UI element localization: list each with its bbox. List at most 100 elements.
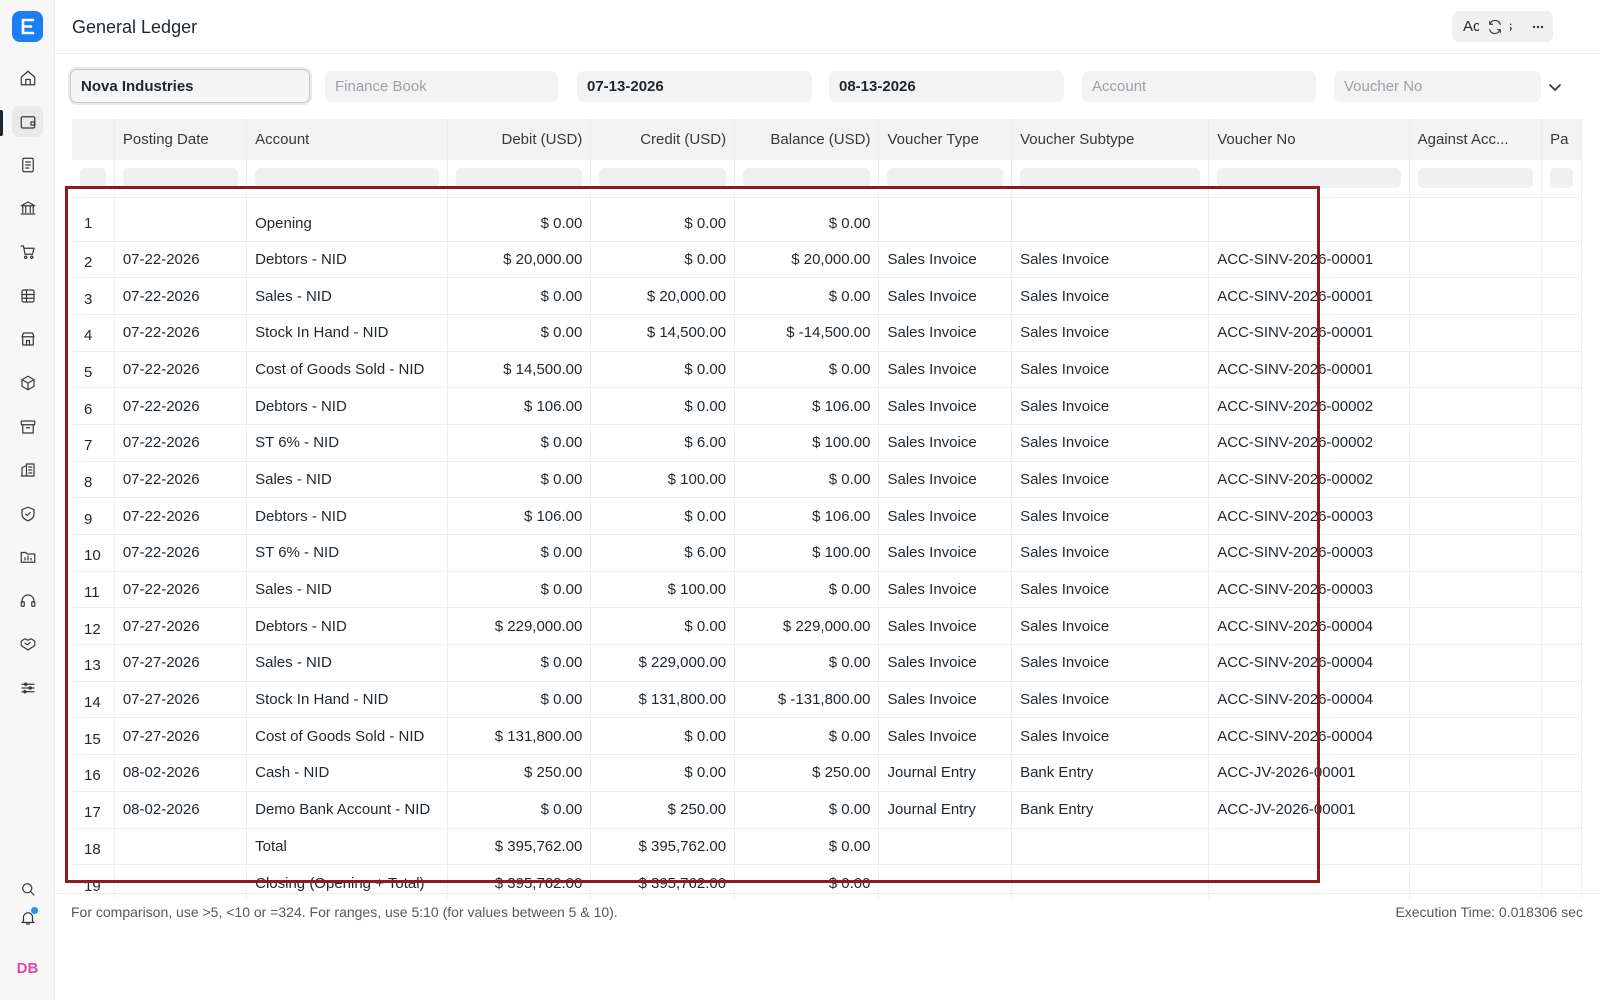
from-date-filter[interactable]: 07-13-2026 [577,71,812,102]
cell-voucher-type: Sales Invoice [878,424,1013,462]
sidebar-accounting[interactable] [12,106,43,137]
sidebar-manufacturing[interactable] [12,454,43,485]
cell-credit: $ 20,000.00 [590,277,736,315]
table-row[interactable]: 15 07-27-2026 Cost of Goods Sold - NID $ 13… [72,717,1582,756]
more-filters-toggle[interactable] [1547,79,1563,95]
voucher-no-filter[interactable]: Voucher No [1334,71,1541,102]
column-filter-cell[interactable] [1541,160,1582,198]
sidebar-stock[interactable] [12,367,43,398]
column-filter-input[interactable] [743,168,871,189]
more-button[interactable] [1522,11,1553,42]
company-filter[interactable]: Nova Industries [70,69,310,103]
cell-party [1541,197,1582,242]
column-filter-cell[interactable] [878,160,1013,198]
sidebar-buying[interactable] [12,236,43,267]
table-row[interactable]: 4 07-22-2026 Stock In Hand - NID $ 0.00 $ 14… [72,314,1582,352]
column-filter-cell[interactable] [246,160,448,198]
column-filter-cell[interactable] [1011,160,1210,198]
cell-balance: $ 229,000.00 [734,607,880,646]
column-filter-cell[interactable] [447,160,592,198]
cell-voucher-no: ACC-SINV-2026-00003 [1208,571,1410,609]
sidebar-assets[interactable] [12,411,43,442]
column-header-9[interactable]: Against Acc... [1409,119,1543,160]
sidebar-projects[interactable] [12,541,43,572]
table-row[interactable]: 13 07-27-2026 Sales - NID $ 0.00 $ 229,000.0… [72,644,1582,682]
column-header-8[interactable]: Voucher No [1208,119,1410,160]
to-date-filter[interactable]: 08-13-2026 [829,71,1064,102]
table-row[interactable]: 3 07-22-2026 Sales - NID $ 0.00 $ 20,000.00 $… [72,277,1582,315]
column-filter-cell[interactable] [590,160,736,198]
table-row[interactable]: 1 Opening $ 0.00 $ 0.00 $ 0.00 [72,197,1582,242]
cell-account: Sales - NID [246,644,448,682]
account-filter[interactable]: Account [1082,71,1316,102]
cell-against-account [1409,644,1543,682]
sidebar-banking[interactable] [12,192,43,223]
table-row[interactable]: 11 07-22-2026 Sales - NID $ 0.00 $ 100.00 $ 0… [72,571,1582,609]
shield-icon [20,506,35,521]
column-filter-cell[interactable] [734,160,880,198]
cell-balance: $ 0.00 [734,351,880,389]
column-filter-input[interactable] [599,168,727,189]
cell-row-index: 18 [72,828,115,866]
refresh-button[interactable] [1479,11,1510,42]
user-avatar[interactable]: DB [12,955,43,981]
table-row[interactable]: 9 07-22-2026 Debtors - NID $ 106.00 $ 0.00 $ … [72,497,1582,535]
cell-debit: $ 0.00 [447,571,592,609]
column-filter-input[interactable] [1550,168,1573,189]
sidebar-crm[interactable] [12,628,43,659]
sidebar-support[interactable] [12,585,43,616]
column-header-4[interactable]: Credit (USD) [590,119,736,160]
table-row[interactable]: 2 07-22-2026 Debtors - NID $ 20,000.00 $ 0.0… [72,241,1582,279]
sidebar-quality[interactable] [12,498,43,529]
table-row[interactable]: 7 07-22-2026 ST 6% - NID $ 0.00 $ 6.00 $ 100.… [72,424,1582,462]
column-filter-cell[interactable] [114,160,248,198]
column-header-0[interactable] [72,119,115,160]
finance-book-filter[interactable]: Finance Book [325,71,558,102]
more-horizontal-icon [1532,25,1543,28]
column-filter-input[interactable] [80,168,106,189]
column-header-10[interactable]: Pa [1541,119,1582,160]
cell-credit: $ 229,000.00 [590,644,736,682]
cell-party [1541,754,1582,792]
app-logo[interactable] [12,11,43,42]
table-row[interactable]: 5 07-22-2026 Cost of Goods Sold - NID $ 14,… [72,351,1582,389]
cell-party [1541,717,1582,756]
column-filter-input[interactable] [455,168,583,189]
column-filter-input[interactable] [1417,168,1534,189]
column-filter-cell[interactable] [72,160,115,198]
sidebar-notifications[interactable] [12,902,43,933]
column-filter-input[interactable] [1217,168,1401,189]
sidebar-documents[interactable] [12,149,43,180]
table-row[interactable]: 14 07-27-2026 Stock In Hand - NID $ 0.00 $ 1… [72,681,1582,719]
table-row[interactable]: 16 08-02-2026 Cash - NID $ 250.00 $ 0.00 $ 25… [72,754,1582,792]
table-row[interactable]: 8 07-22-2026 Sales - NID $ 0.00 $ 100.00 $ 0.… [72,461,1582,499]
table-row[interactable]: 17 08-02-2026 Demo Bank Account - NID $ 0.0… [72,791,1582,829]
sidebar-reports[interactable] [12,280,43,311]
column-filter-input[interactable] [1020,168,1201,189]
column-header-6[interactable]: Voucher Type [878,119,1013,160]
sidebar-search[interactable] [12,873,43,904]
column-filter-input[interactable] [887,168,1004,189]
cell-account: Sales - NID [246,461,448,499]
cell-row-index: 3 [72,277,115,315]
column-header-3[interactable]: Debit (USD) [447,119,592,160]
column-header-2[interactable]: Account [246,119,448,160]
cell-against-account [1409,241,1543,279]
table-row[interactable]: 12 07-27-2026 Debtors - NID $ 229,000.00 $ 0… [72,607,1582,646]
cell-against-account [1409,791,1543,829]
column-filter-input[interactable] [122,168,239,189]
sidebar-selling[interactable] [12,323,43,354]
column-header-7[interactable]: Voucher Subtype [1011,119,1210,160]
column-filter-row [72,160,1582,198]
table-row[interactable]: 6 07-22-2026 Debtors - NID $ 106.00 $ 0.00 $ … [72,387,1582,425]
column-header-1[interactable]: Posting Date [114,119,248,160]
column-header-5[interactable]: Balance (USD) [734,119,880,160]
cell-balance: $ 0.00 [734,828,880,866]
table-row[interactable]: 10 07-22-2026 ST 6% - NID $ 0.00 $ 6.00 $ 100… [72,534,1582,572]
column-filter-cell[interactable] [1208,160,1410,198]
column-filter-input[interactable] [255,168,439,189]
table-row[interactable]: 18 Total $ 395,762.00 $ 395,762.00 $ 0.00 [72,828,1582,866]
column-filter-cell[interactable] [1409,160,1543,198]
sidebar-settings[interactable] [12,672,43,703]
sidebar-home[interactable] [12,62,43,93]
